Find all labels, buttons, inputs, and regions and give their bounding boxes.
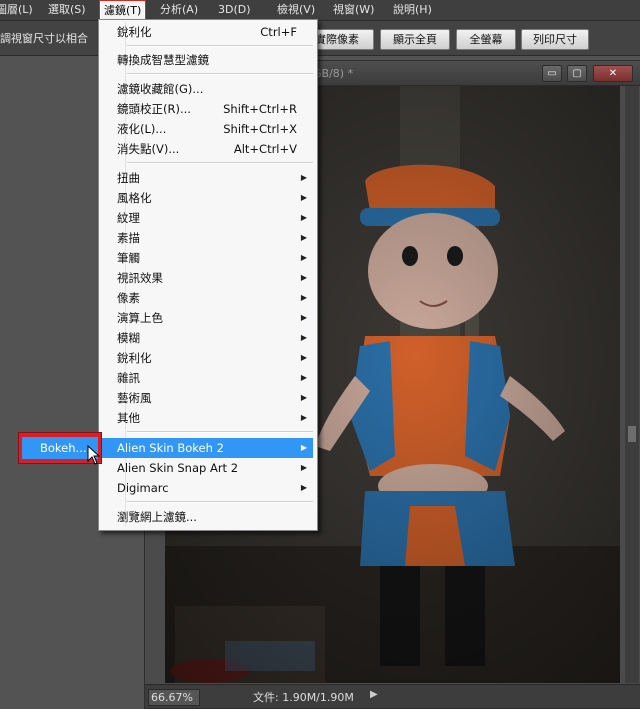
options-bar: 調視窗尺寸以相合 實際像素 顯示全頁 全螢幕 列印尺寸 [0,21,640,56]
menu-item-convert-smart-filters[interactable]: 轉換成智慧型濾鏡 [101,50,313,70]
submenu-arrow-icon: ▶ [300,173,307,182]
submenu-arrow-icon: ▶ [300,413,307,422]
menu-item-vanishing-point[interactable]: 消失點(V)... Alt+Ctrl+V [101,139,313,159]
menu-item-video[interactable]: 視訊效果 ▶ [101,268,313,288]
zoom-field[interactable]: 66.67% [148,689,200,706]
submenu-arrow-icon: ▶ [300,253,307,262]
menu-item-liquify[interactable]: 液化(L)... Shift+Ctrl+X [101,119,313,139]
filter-menu: 銳利化 Ctrl+F 轉換成智慧型濾鏡 濾鏡收藏館(G)... 鏡頭校正(R).… [98,19,318,531]
menu-filter[interactable]: 濾鏡(T) [99,0,147,20]
menu-item-sharpen[interactable]: 銳利化 ▶ [101,348,313,368]
maximize-button[interactable]: ▢ [567,65,587,82]
menu-select[interactable]: 選取(S) [48,0,86,20]
submenu-arrow-icon: ▶ [300,233,307,242]
scrollbar-thumb[interactable] [628,426,636,442]
menu-item-alien-skin-snap-art[interactable]: Alien Skin Snap Art 2 ▶ [101,458,313,478]
menu-item-digimarc[interactable]: Digimarc ▶ [101,478,313,498]
submenu-arrow-icon: ▶ [300,483,307,492]
minimize-button[interactable]: ▭ [542,65,562,82]
menu-item-sketch[interactable]: 素描 ▶ [101,228,313,248]
fit-screen-button[interactable]: 顯示全頁 [380,29,450,50]
mouse-pointer-icon [87,445,101,465]
submenu-arrow-icon: ▶ [300,293,307,302]
vertical-scrollbar[interactable] [625,86,639,683]
menu-item-distort[interactable]: 扭曲 ▶ [101,168,313,188]
menu-help[interactable]: 說明(H) [393,0,432,20]
submenu-arrow-icon: ▶ [300,313,307,322]
submenu-arrow-icon: ▶ [300,373,307,382]
menu-item-render[interactable]: 演算上色 ▶ [101,308,313,328]
menu-item-filter-gallery[interactable]: 濾鏡收藏館(G)... [101,79,313,99]
print-size-button[interactable]: 列印尺寸 [521,29,589,50]
document-title: GB/8) * [313,67,354,80]
submenu-arrow-icon: ▶ [300,213,307,222]
menu-item-sharpen-last[interactable]: 銳利化 Ctrl+F [101,22,313,42]
menu-item-noise[interactable]: 雜訊 ▶ [101,368,313,388]
menu-separator [127,162,313,164]
menu-item-texture[interactable]: 紋理 ▶ [101,208,313,228]
fill-screen-button[interactable]: 全螢幕 [456,29,516,50]
menu-item-blur[interactable]: 模糊 ▶ [101,328,313,348]
submenu-arrow-icon: ▶ [300,193,307,202]
submenu-arrow-icon: ▶ [300,353,307,362]
menu-item-stylize[interactable]: 風格化 ▶ [101,188,313,208]
menu-item-alien-skin-bokeh[interactable]: Alien Skin Bokeh 2 ▶ [101,438,313,458]
resize-windows-label[interactable]: 調視窗尺寸以相合 [0,30,88,46]
menu-item-brush-strokes[interactable]: 筆觸 ▶ [101,248,313,268]
menu-separator [127,431,313,433]
close-button[interactable]: ✕ [593,65,633,82]
document-size-info[interactable]: 文件: 1.90M/1.90M [253,689,354,705]
submenu-arrow-icon: ▶ [300,443,307,452]
menu-3d[interactable]: 3D(D) [218,0,251,20]
menu-item-pixelate[interactable]: 像素 ▶ [101,288,313,308]
submenu-arrow-icon: ▶ [300,333,307,342]
status-menu-arrow-icon[interactable]: ▶ [370,689,378,700]
submenu-arrow-icon: ▶ [300,393,307,402]
submenu-arrow-icon: ▶ [300,273,307,282]
submenu-arrow-icon: ▶ [300,463,307,472]
menu-view[interactable]: 檢視(V) [277,0,315,20]
menu-analysis[interactable]: 分析(A) [160,0,198,20]
menu-separator [127,73,313,75]
menu-item-browse-filters-online[interactable]: 瀏覽網上濾鏡... [101,507,313,527]
menu-item-artistic[interactable]: 藝術風 ▶ [101,388,313,408]
menu-item-lens-correction[interactable]: 鏡頭校正(R)... Shift+Ctrl+R [101,99,313,119]
menu-window[interactable]: 視窗(W) [333,0,374,20]
menu-bar: 圖層(L) 選取(S) 濾鏡(T) 分析(A) 3D(D) 檢視(V) 視窗(W… [0,0,640,21]
menu-separator [127,45,313,47]
menu-separator [127,501,313,503]
status-bar: 66.67% 文件: 1.90M/1.90M ▶ [145,684,640,708]
menu-layer[interactable]: 圖層(L) [0,0,33,20]
menu-item-other[interactable]: 其他 ▶ [101,408,313,428]
